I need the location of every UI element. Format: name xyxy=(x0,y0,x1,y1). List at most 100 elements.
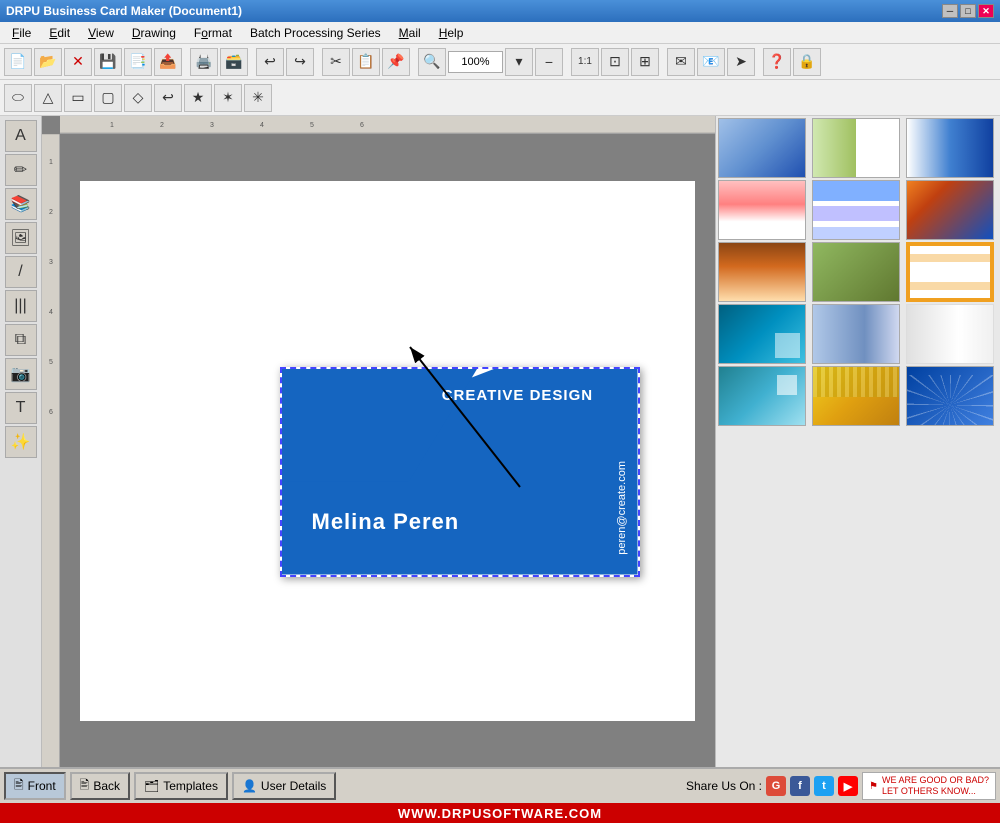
star6-tool[interactable]: ✶ xyxy=(214,84,242,112)
menu-view[interactable]: View xyxy=(80,24,122,42)
template-13[interactable] xyxy=(718,366,806,426)
menu-format[interactable]: Format xyxy=(186,24,240,42)
clipart-tool[interactable]: 📚 xyxy=(5,188,37,220)
zoom-out-button[interactable]: 🔍 xyxy=(418,48,446,76)
user-details-button[interactable]: 👤 User Details xyxy=(232,772,336,800)
template-1[interactable] xyxy=(718,118,806,178)
rectangle-tool[interactable]: ▭ xyxy=(64,84,92,112)
zoom-dropdown-button[interactable]: ▾ xyxy=(505,48,533,76)
layers-tool[interactable]: ⧉ xyxy=(5,324,37,356)
print-button[interactable]: 🖨️ xyxy=(190,48,218,76)
ellipse-tool[interactable]: ⬭ xyxy=(4,84,32,112)
template-11[interactable] xyxy=(812,304,900,364)
arrow-tool[interactable]: ↩ xyxy=(154,84,182,112)
open-button[interactable]: 📂 xyxy=(34,48,62,76)
starburst-tool[interactable]: ✳ xyxy=(244,84,272,112)
minimize-button[interactable]: ─ xyxy=(942,4,958,18)
redo-button[interactable]: ↪ xyxy=(286,48,314,76)
user-details-icon: 👤 xyxy=(242,779,257,793)
mail2-button[interactable]: 📧 xyxy=(697,48,725,76)
photo-tool[interactable]: 📷 xyxy=(5,358,37,390)
google-plus-button[interactable]: G xyxy=(766,776,786,796)
new-button[interactable]: 📄 xyxy=(4,48,32,76)
card-email: peren@create.com xyxy=(616,461,628,555)
menu-file[interactable]: File xyxy=(4,24,39,42)
status-bar: 🖹 Front 🖹 Back 🗂 Templates 👤 User Detail… xyxy=(0,767,1000,803)
templates-button[interactable]: 🗂 Templates xyxy=(134,772,228,800)
template-15[interactable] xyxy=(906,366,994,426)
template-10[interactable] xyxy=(718,304,806,364)
triangle-tool[interactable]: △ xyxy=(34,84,62,112)
menu-help[interactable]: Help xyxy=(431,24,472,42)
template-6[interactable] xyxy=(906,180,994,240)
template-3[interactable] xyxy=(906,118,994,178)
line-tool[interactable]: / xyxy=(5,256,37,288)
svg-text:1: 1 xyxy=(110,122,114,129)
grid-button[interactable]: ⊞ xyxy=(631,48,659,76)
menu-mail[interactable]: Mail xyxy=(391,24,429,42)
zoom-input[interactable]: 100% xyxy=(448,51,503,73)
templates-panel xyxy=(715,116,1000,767)
menu-bar: File Edit View Drawing Format Batch Proc… xyxy=(0,22,1000,44)
template-9[interactable] xyxy=(906,242,994,302)
template-8[interactable] xyxy=(812,242,900,302)
save-as-button[interactable]: 📑 xyxy=(124,48,152,76)
help2-button[interactable]: ❓ xyxy=(763,48,791,76)
save-button[interactable]: 💾 xyxy=(94,48,122,76)
barcode-tool[interactable]: ||| xyxy=(5,290,37,322)
effects-tool[interactable]: ✨ xyxy=(5,426,37,458)
menu-batch-processing[interactable]: Batch Processing Series xyxy=(242,24,389,42)
text-tool[interactable]: A xyxy=(5,120,37,152)
back-icon: 🖹 xyxy=(80,776,90,797)
templates-label: Templates xyxy=(163,779,218,793)
undo-button[interactable]: ↩ xyxy=(256,48,284,76)
close-button[interactable]: ✕ xyxy=(64,48,92,76)
zoom-out-small-button[interactable]: − xyxy=(535,48,563,76)
template-2[interactable] xyxy=(812,118,900,178)
image-tool[interactable]: 🖼 xyxy=(5,222,37,254)
paste-button[interactable]: 📌 xyxy=(382,48,410,76)
star5-tool[interactable]: ★ xyxy=(184,84,212,112)
canvas-workspace[interactable]: CRDE CREATIVE DESIGN Melina Peren peren@… xyxy=(60,134,715,767)
export-button[interactable]: 📤 xyxy=(154,48,182,76)
close-button[interactable]: ✕ xyxy=(978,4,994,18)
share-section: Share Us On : G f t ▶ ⚑ WE ARE GOOD OR B… xyxy=(686,772,996,800)
rating-icon: ⚑ xyxy=(869,781,878,792)
card-creative-design: CREATIVE DESIGN xyxy=(442,387,593,404)
maximize-button[interactable]: □ xyxy=(960,4,976,18)
svg-text:2: 2 xyxy=(160,122,164,129)
template-14[interactable] xyxy=(812,366,900,426)
lock-button[interactable]: 🔒 xyxy=(793,48,821,76)
rounded-rect-tool[interactable]: ▢ xyxy=(94,84,122,112)
actual-size-button[interactable]: 1:1 xyxy=(571,48,599,76)
back-button[interactable]: 🖹 Back xyxy=(70,772,130,800)
fit-page-button[interactable]: ⊡ xyxy=(601,48,629,76)
share-label: Share Us On : xyxy=(686,779,762,793)
svg-text:1: 1 xyxy=(49,159,53,166)
twitter-button[interactable]: t xyxy=(814,776,834,796)
templates-icon: 🗂 xyxy=(144,779,159,793)
template-4[interactable] xyxy=(718,180,806,240)
template-12[interactable] xyxy=(906,304,994,364)
rating-box[interactable]: ⚑ WE ARE GOOD OR BAD?LET OTHERS KNOW... xyxy=(862,772,996,800)
app-title: DRPU Business Card Maker (Document1) xyxy=(6,4,242,18)
front-button[interactable]: 🖹 Front xyxy=(4,772,66,800)
pencil-tool[interactable]: ✏ xyxy=(5,154,37,186)
menu-edit[interactable]: Edit xyxy=(41,24,78,42)
diamond-tool[interactable]: ◇ xyxy=(124,84,152,112)
main-area: A ✏ 📚 🖼 / ||| ⧉ 📷 T ✨ 1 2 3 4 5 6 xyxy=(0,116,1000,767)
menu-drawing[interactable]: Drawing xyxy=(124,24,184,42)
copy-button[interactable]: 📋 xyxy=(352,48,380,76)
database-button[interactable]: 🗃️ xyxy=(220,48,248,76)
textedit-tool[interactable]: T xyxy=(5,392,37,424)
cut-button[interactable]: ✂ xyxy=(322,48,350,76)
facebook-button[interactable]: f xyxy=(790,776,810,796)
ruler-left: 1 2 3 4 5 6 xyxy=(42,134,60,767)
zoom-control: 🔍 100% ▾ xyxy=(418,48,533,76)
template-5[interactable] xyxy=(812,180,900,240)
mail-button[interactable]: ✉ xyxy=(667,48,695,76)
send-button[interactable]: ➤ xyxy=(727,48,755,76)
template-7[interactable] xyxy=(718,242,806,302)
rating-text: WE ARE GOOD OR BAD?LET OTHERS KNOW... xyxy=(882,775,989,797)
youtube-button[interactable]: ▶ xyxy=(838,776,858,796)
